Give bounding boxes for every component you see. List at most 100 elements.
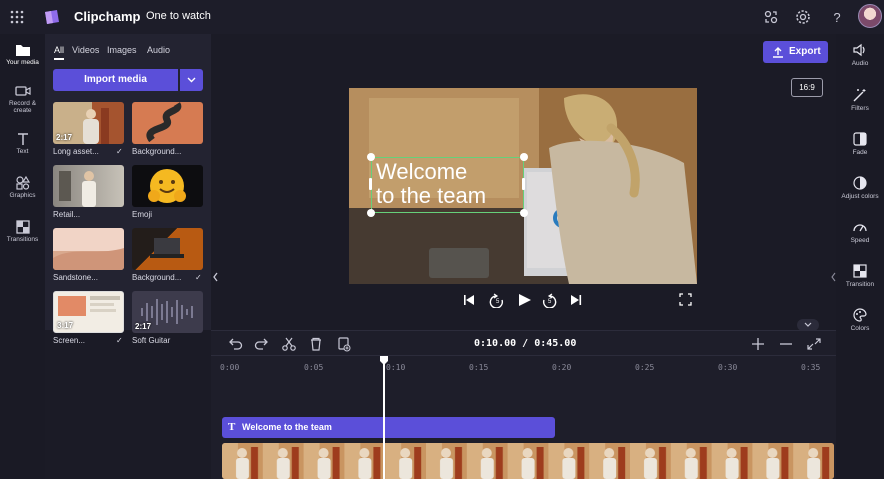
media-thumb[interactable] xyxy=(132,228,203,270)
fullscreen-icon[interactable] xyxy=(679,293,692,306)
media-thumb[interactable]: 2:17 xyxy=(53,102,124,144)
aspect-ratio-button[interactable]: 16:9 xyxy=(791,78,823,97)
rail-item-text[interactable]: Text xyxy=(0,132,45,155)
trash-icon[interactable] xyxy=(311,337,321,351)
zoom-controls xyxy=(752,338,821,350)
resize-handle[interactable] xyxy=(367,209,375,217)
tab-all[interactable]: All xyxy=(54,45,64,55)
rail-label: Adjust colors xyxy=(841,193,879,200)
svg-text:5: 5 xyxy=(548,299,552,305)
text-icon: T xyxy=(228,421,236,433)
rail-label: Graphics xyxy=(9,192,36,199)
rail-label: Text xyxy=(16,148,29,155)
rail-label: Audio xyxy=(851,60,869,67)
zoom-in-icon[interactable] xyxy=(752,338,764,350)
upload-icon xyxy=(773,47,783,58)
playhead-handle[interactable] xyxy=(379,356,389,366)
svg-text:5: 5 xyxy=(496,299,500,305)
overlay-text-line: to the team xyxy=(376,183,487,208)
import-media-button[interactable]: Import media xyxy=(53,69,178,91)
timeline-toolbar xyxy=(229,337,351,352)
rail-item-transition[interactable]: Transition xyxy=(836,264,884,288)
project-title[interactable]: One to watch xyxy=(146,10,211,22)
import-dropdown-button[interactable] xyxy=(180,69,203,91)
overlay-text: Welcome to the team xyxy=(376,160,486,208)
resize-handle[interactable] xyxy=(367,153,375,161)
magic-wand-icon xyxy=(853,89,866,102)
rail-label: Speed xyxy=(850,237,870,244)
text-clip[interactable]: T Welcome to the team xyxy=(222,417,555,438)
tab-images[interactable]: Images xyxy=(107,45,137,55)
contrast-icon xyxy=(853,176,867,190)
rail-label: Fade xyxy=(852,149,868,156)
play-icon[interactable] xyxy=(519,294,531,306)
resize-handle[interactable] xyxy=(520,209,528,217)
rail-item-your-media[interactable]: Your media xyxy=(0,43,45,66)
gear-icon[interactable] xyxy=(794,8,812,26)
time-tick: 0:25 xyxy=(635,363,655,372)
media-thumb[interactable]: 3:17 xyxy=(53,291,124,333)
help-icon[interactable]: ? xyxy=(828,8,846,26)
chevron-left-icon[interactable] xyxy=(830,270,836,284)
duration-badge: 3:17 xyxy=(57,321,74,330)
media-label: Long asset... xyxy=(53,147,99,156)
export-label: Export xyxy=(789,46,821,57)
tab-videos[interactable]: Videos xyxy=(72,45,99,55)
rail-item-colors[interactable]: Colors xyxy=(836,308,884,332)
folder-icon xyxy=(15,45,30,56)
rail-item-audio[interactable]: Audio xyxy=(836,43,884,67)
speedometer-icon xyxy=(853,224,867,232)
playback-controls: 5 5 xyxy=(464,293,582,308)
redo-icon[interactable] xyxy=(254,338,268,350)
media-thumb[interactable] xyxy=(132,165,203,207)
media-thumb[interactable] xyxy=(53,228,124,270)
share-icon[interactable] xyxy=(762,8,780,26)
scissors-icon[interactable] xyxy=(282,337,296,351)
rail-item-adjust-colors[interactable]: Adjust colors xyxy=(836,176,884,200)
media-thumb[interactable] xyxy=(53,165,124,207)
rail-item-transitions[interactable]: Transitions xyxy=(0,220,45,243)
laptop-image xyxy=(150,238,184,258)
media-label: Soft Guitar xyxy=(132,336,171,345)
export-button[interactable]: Export xyxy=(763,41,828,63)
timeline-divider xyxy=(211,355,836,356)
rewind-5-icon[interactable]: 5 xyxy=(489,293,504,308)
undo-icon[interactable] xyxy=(229,338,243,350)
check-icon: ✓ xyxy=(195,273,202,282)
tab-audio[interactable]: Audio xyxy=(147,45,170,55)
playhead[interactable] xyxy=(383,362,385,479)
rail-label: Transitions xyxy=(6,236,39,243)
clipchamp-logo xyxy=(45,10,59,24)
media-thumb[interactable] xyxy=(132,102,203,144)
rail-item-fade[interactable]: Fade xyxy=(836,132,884,156)
time-tick: 0:35 xyxy=(801,363,821,372)
rail-item-graphics[interactable]: Graphics xyxy=(0,176,45,199)
rail-item-filters[interactable]: Filters xyxy=(836,88,884,112)
rail-item-speed[interactable]: Speed xyxy=(836,220,884,244)
check-icon: ✓ xyxy=(116,336,123,345)
rail-item-record-create[interactable]: Record & create xyxy=(0,84,45,114)
side-handle[interactable] xyxy=(369,178,372,190)
skip-back-icon[interactable] xyxy=(464,295,474,305)
media-label: Screen... xyxy=(53,336,86,345)
time-tick: 0:00 xyxy=(220,363,240,372)
fit-timeline-icon[interactable] xyxy=(807,338,821,350)
media-thumb[interactable]: 2:17 xyxy=(132,291,203,333)
media-label: Sandstone... xyxy=(53,273,98,282)
fade-icon xyxy=(853,132,867,146)
app-launcher-icon[interactable] xyxy=(8,8,26,26)
tab-underline xyxy=(54,58,64,60)
time-tick: 0:15 xyxy=(469,363,489,372)
avatar[interactable] xyxy=(858,4,882,28)
time-tick: 0:20 xyxy=(552,363,572,372)
resize-handle[interactable] xyxy=(520,153,528,161)
video-clip[interactable] xyxy=(222,443,834,479)
rail-label: Filters xyxy=(851,105,869,112)
skip-forward-icon[interactable] xyxy=(571,295,582,305)
camera-icon xyxy=(14,86,31,96)
side-handle[interactable] xyxy=(522,178,525,190)
video-preview[interactable]: Welcome to the team xyxy=(349,88,697,284)
forward-5-icon[interactable]: 5 xyxy=(542,293,557,308)
chevron-left-icon[interactable] xyxy=(211,268,219,286)
add-media-icon[interactable] xyxy=(338,337,351,352)
